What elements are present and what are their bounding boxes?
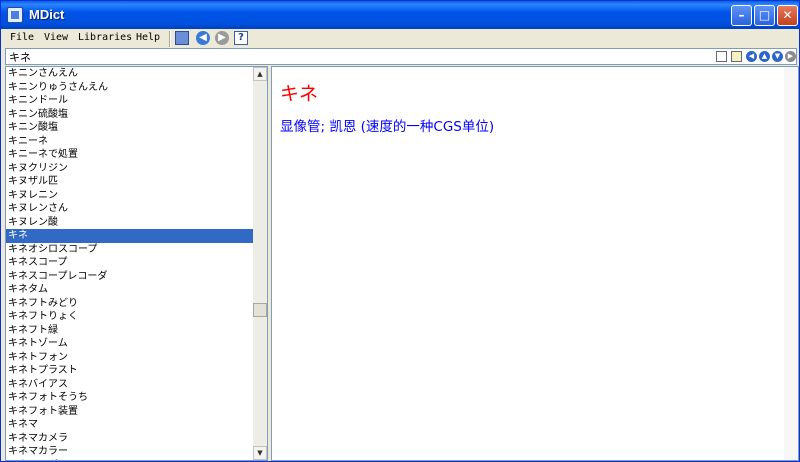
word-list-item[interactable]: キネフォト装置 [6,405,255,419]
menu-view[interactable]: View [44,32,68,43]
search-bar: ◀ ▲ ▼ ▶ [5,48,797,65]
prev-entry-icon[interactable]: ◀ [746,51,757,62]
word-list-item[interactable]: キネフトりょく [6,310,255,324]
word-list-item[interactable]: キヌレニン [6,189,255,203]
word-list[interactable]: キニンさんえん キニンりゅうさんえん キニンドール キニン硫酸塩 キニン酸塩 キニーネ キニ… [6,67,255,460]
minimize-button[interactable]: – [731,5,752,26]
word-list-item[interactable]: キヌレン酸 [6,216,255,230]
word-list-item[interactable]: キニーネ [6,135,255,149]
word-list-item[interactable]: キネマカメラ [6,432,255,446]
word-list-item[interactable]: キニン酸塩 [6,121,255,135]
scroll-down-button[interactable]: ▼ [253,446,267,460]
menu-help[interactable]: Help [136,32,160,43]
word-list-item[interactable]: キネオシロスコープ [6,243,255,257]
maximize-button[interactable]: □ [754,5,775,26]
word-list-item[interactable]: キニンドール [6,94,255,108]
word-list-item[interactable]: キネバイアス [6,378,255,392]
word-list-pane: キニンさんえん キニンりゅうさんえん キニンドール キニン硫酸塩 キニン酸塩 キニーネ キニ… [5,66,268,461]
title-bar[interactable]: MDict – □ ✕ [1,1,799,29]
word-list-item[interactable]: キヌレンさん [6,202,255,216]
word-list-item[interactable]: キネトプラスト [6,364,255,378]
back-arrow-icon[interactable]: ◀ [196,31,210,45]
word-list-item[interactable]: キニンさんえん [6,67,255,81]
word-list-item[interactable]: キネフト緑 [6,324,255,338]
word-list-item[interactable]: キネ [6,229,255,243]
next-entry-icon[interactable]: ▶ [785,51,796,62]
mdict-window: MDict – □ ✕ File View Libraries Help ◀ ▶… [0,0,800,462]
entry-headword: キネ [280,83,319,105]
definition-scrollbar[interactable] [784,67,798,460]
word-list-item[interactable]: キネマカラー [6,445,255,459]
word-list-item[interactable]: キネマ [6,418,255,432]
word-list-item[interactable]: キネマトグラフ [6,459,255,461]
paste-icon[interactable] [731,51,742,62]
word-list-scrollbar[interactable]: ▲ ▼ [253,67,267,460]
copy-icon[interactable] [716,51,727,62]
definition-pane: キネ 显像管; 凯恩 (速度的一种CGS单位) [271,66,799,461]
down-entry-icon[interactable]: ▼ [772,51,783,62]
word-list-item[interactable]: キネフトみどり [6,297,255,311]
window-title: MDict [29,7,65,22]
word-list-item[interactable]: キヌクリジン [6,162,255,176]
word-list-item[interactable]: キネトゾーム [6,337,255,351]
entry-definition: 显像管; 凯恩 (速度的一种CGS单位) [280,119,495,135]
menu-file[interactable]: File [10,32,34,43]
word-list-item[interactable]: キネスコープ [6,256,255,270]
word-list-item[interactable]: キニーネで処置 [6,148,255,162]
word-list-item[interactable]: キネスコープレコーダ [6,270,255,284]
word-list-item[interactable]: キネフォトそうち [6,391,255,405]
toolbar-separator [169,31,171,47]
forward-arrow-icon[interactable]: ▶ [215,31,229,45]
menu-bar: File View Libraries Help [1,29,799,47]
word-list-item[interactable]: キヌザル匹 [6,175,255,189]
menu-libraries[interactable]: Libraries [78,32,132,43]
mdict-app-icon [7,7,23,23]
scroll-thumb[interactable] [253,303,267,317]
word-list-item[interactable]: キニン硫酸塩 [6,108,255,122]
search-input[interactable] [6,49,706,64]
word-list-item[interactable]: キネトフォン [6,351,255,365]
dictionary-icon[interactable] [175,31,189,45]
up-entry-icon[interactable]: ▲ [759,51,770,62]
help-icon[interactable]: ? [234,31,248,45]
word-list-item[interactable]: キネタム [6,283,255,297]
word-list-item[interactable]: キニンりゅうさんえん [6,81,255,95]
scroll-up-button[interactable]: ▲ [253,67,267,81]
close-button[interactable]: ✕ [777,5,798,26]
